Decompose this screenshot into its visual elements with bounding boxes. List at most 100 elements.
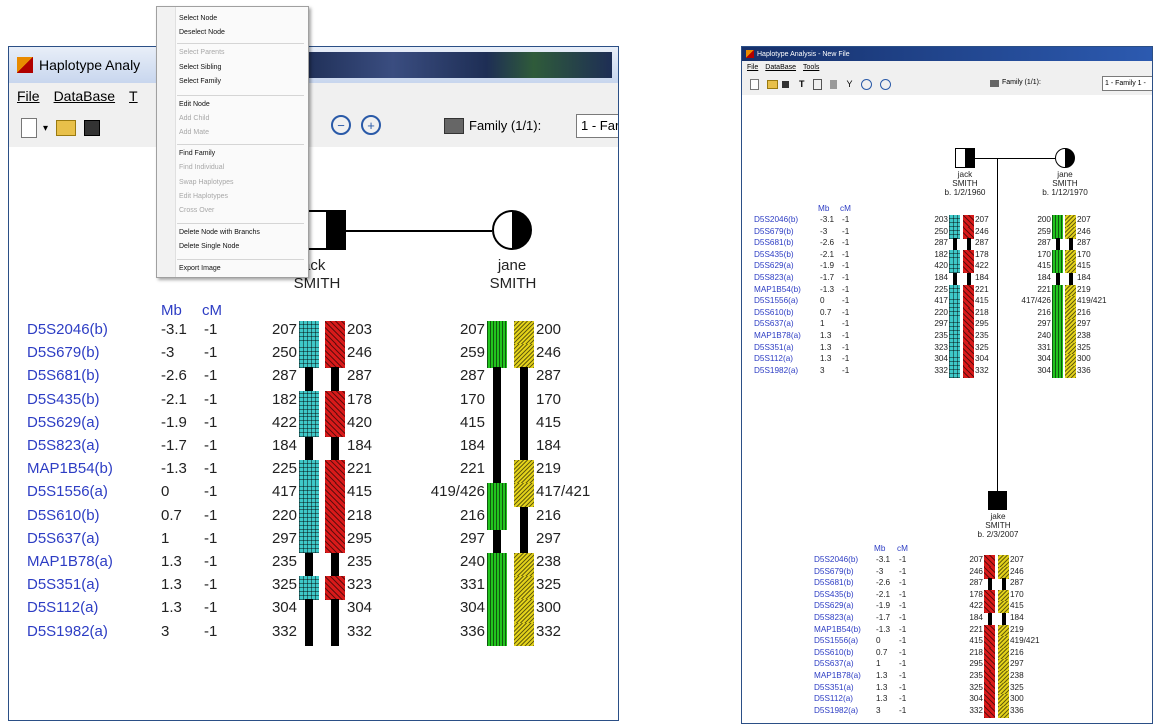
context-menu-item[interactable]: Delete Single Node	[179, 243, 239, 250]
zoom-in-icon[interactable]	[879, 78, 891, 90]
marker-name[interactable]: D5S1556(a)	[754, 296, 798, 305]
father-symbol[interactable]	[955, 148, 975, 168]
father-left-bar-segment	[949, 249, 960, 262]
mother-symbol[interactable]	[492, 210, 532, 250]
mother-symbol[interactable]	[1055, 148, 1075, 168]
right-pedigree-canvas[interactable]: jack SMITH b. 1/2/1960 jane SMITH b. 1/12/197…	[742, 95, 1152, 723]
family-select[interactable]: 1 - Family 1 -	[1102, 76, 1152, 91]
child-right-bar-segment	[1001, 613, 1006, 626]
marker-name[interactable]: D5S679(b)	[754, 227, 794, 236]
marker-name[interactable]: D5S679(b)	[27, 344, 100, 361]
marker-name[interactable]: D5S351(a)	[814, 683, 854, 692]
menu-database[interactable]: DataBase	[765, 64, 796, 71]
marker-name[interactable]: D5S629(a)	[814, 601, 854, 610]
marker-name[interactable]: MAP1B54(b)	[754, 285, 801, 294]
new-file-icon[interactable]	[750, 78, 759, 90]
context-menu-item[interactable]: Select Node	[179, 15, 217, 22]
marker-name[interactable]: D5S823(a)	[27, 437, 100, 454]
right-title-bar[interactable]: Haplotype Analysis - New File	[742, 47, 1152, 61]
marker-name[interactable]: D5S2046(b)	[27, 321, 108, 338]
zoom-out-icon[interactable]	[860, 78, 872, 90]
context-menu-item[interactable]: Delete Node with Branchs	[179, 229, 260, 236]
mother-first-name: jane	[497, 257, 527, 274]
left-pedigree-canvas[interactable]: jack SMITH jane SMITH Mb cM D5S2046(b) -3.1 -1 20…	[9, 147, 618, 720]
context-menu-item[interactable]: Select Family	[179, 78, 221, 85]
family-select[interactable]: 1 - Far	[576, 114, 618, 138]
father-symbol[interactable]	[306, 210, 346, 250]
new-file-icon[interactable]	[21, 118, 37, 138]
menu-file[interactable]: File	[17, 88, 40, 104]
marker-name[interactable]: D5S610(b)	[754, 308, 794, 317]
mother-allele-1: 287	[459, 367, 485, 385]
menu-tools[interactable]: Tools	[803, 64, 819, 71]
text-icon[interactable]: T	[799, 79, 805, 89]
marker-mb: -1.3	[161, 460, 187, 478]
context-menu-item: Select Parents	[179, 49, 225, 56]
save-icon[interactable]	[782, 80, 789, 88]
marker-name[interactable]: MAP1B78(a)	[754, 331, 801, 340]
marker-name[interactable]: D5S435(b)	[27, 391, 100, 408]
marker-name[interactable]: D5S1982(a)	[27, 623, 108, 640]
child-symbol[interactable]	[988, 491, 1007, 510]
context-menu-item[interactable]: Find Family	[179, 150, 215, 157]
marker-name[interactable]: D5S1982(a)	[754, 366, 798, 375]
father-right-bar-segment	[325, 413, 345, 438]
marker-name[interactable]: D5S681(b)	[814, 578, 854, 587]
marker-name[interactable]: D5S1556(a)	[27, 483, 108, 500]
marker-name[interactable]: MAP1B78(a)	[814, 671, 861, 680]
zoom-in-icon[interactable]: +	[361, 115, 381, 135]
tree-icon[interactable]: Y	[847, 79, 853, 89]
marker-name[interactable]: D5S435(b)	[754, 250, 794, 259]
marker-name[interactable]: D5S823(a)	[754, 273, 794, 282]
clipboard-icon[interactable]	[829, 79, 837, 89]
child-left-bar-segment	[987, 578, 992, 591]
mother-left-bar-segment	[487, 576, 507, 600]
marker-name[interactable]: MAP1B54(b)	[27, 460, 113, 477]
marker-name[interactable]: D5S610(b)	[814, 648, 854, 657]
context-menu-item[interactable]: Edit Node	[179, 101, 210, 108]
marker-name[interactable]: D5S1556(a)	[814, 636, 858, 645]
marker-name[interactable]: D5S629(a)	[754, 261, 794, 270]
marker-name[interactable]: D5S637(a)	[27, 530, 100, 547]
marker-name[interactable]: D5S2046(b)	[754, 215, 798, 224]
child-first-name: jake	[990, 512, 1006, 521]
marker-name[interactable]: D5S435(b)	[814, 590, 854, 599]
marker-name[interactable]: D5S112(a)	[754, 354, 793, 363]
save-icon[interactable]	[84, 120, 101, 136]
mother-allele-1: 287	[1037, 238, 1051, 248]
open-folder-icon[interactable]	[767, 79, 778, 89]
marker-name[interactable]: D5S1982(a)	[814, 706, 858, 715]
marker-name[interactable]: D5S681(b)	[754, 238, 794, 247]
marker-name[interactable]: D5S629(a)	[27, 414, 100, 431]
context-menu-item[interactable]: Deselect Node	[179, 29, 225, 36]
marker-name[interactable]: MAP1B78(a)	[27, 553, 113, 570]
print-icon[interactable]	[444, 118, 464, 134]
context-menu-item[interactable]: Select Sibling	[179, 64, 221, 71]
menu-database[interactable]: DataBase	[54, 88, 115, 104]
mother-allele-1: 297	[1037, 319, 1051, 329]
marker-name[interactable]: D5S351(a)	[27, 576, 100, 593]
marker-name[interactable]: D5S2046(b)	[814, 555, 858, 564]
zoom-out-icon[interactable]: −	[331, 115, 351, 135]
marker-name[interactable]: D5S679(b)	[814, 567, 854, 576]
marker-name[interactable]: MAP1B54(b)	[814, 625, 861, 634]
left-title-bar[interactable]: Haplotype Analy	[9, 47, 618, 83]
dropdown-arrow-icon[interactable]: ▾	[43, 123, 48, 134]
marker-name[interactable]: D5S351(a)	[754, 343, 794, 352]
menu-file[interactable]: File	[747, 64, 758, 71]
marker-name[interactable]: D5S112(a)	[27, 599, 98, 616]
menu-tools[interactable]: T	[129, 88, 138, 104]
marker-name[interactable]: D5S610(b)	[27, 507, 100, 524]
marker-name[interactable]: D5S637(a)	[754, 319, 794, 328]
father-allele-2: 221	[347, 460, 373, 478]
context-menu-item[interactable]: Export Image	[179, 265, 221, 272]
marker-name[interactable]: D5S637(a)	[814, 659, 854, 668]
father-allele-1: 287	[934, 238, 948, 248]
marker-name[interactable]: D5S112(a)	[814, 694, 853, 703]
marker-name[interactable]: D5S823(a)	[814, 613, 854, 622]
print-icon[interactable]	[990, 80, 999, 87]
document-icon[interactable]	[812, 78, 822, 90]
open-folder-icon[interactable]	[56, 120, 77, 136]
marker-mb: 1.3	[876, 671, 888, 680]
marker-name[interactable]: D5S681(b)	[27, 367, 100, 384]
